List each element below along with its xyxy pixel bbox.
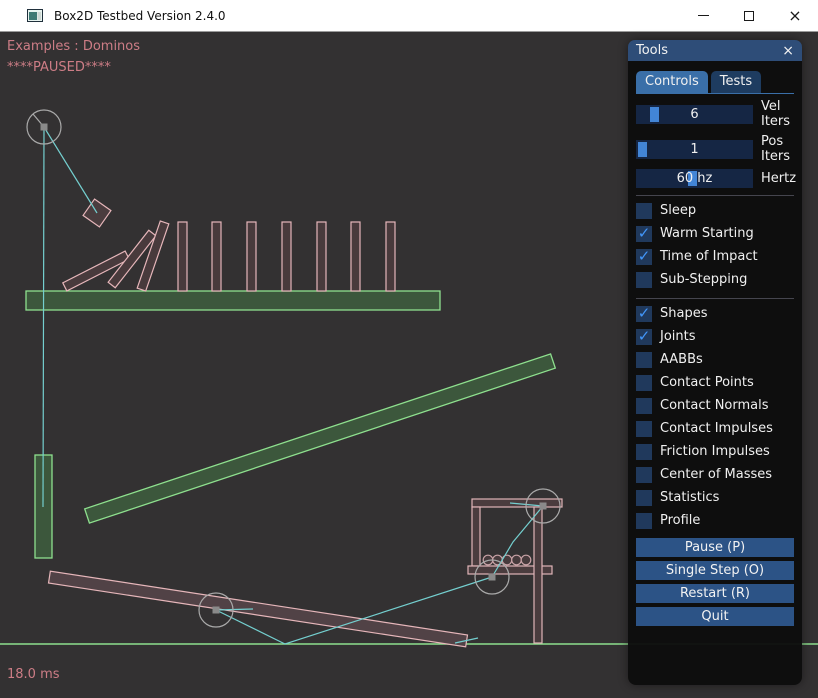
frame-time: 18.0 ms [7,667,60,682]
friction-impulses-checkbox[interactable]: ✓ [636,444,652,460]
statistics-checkbox[interactable]: ✓ [636,490,652,506]
app-window: { "window": { "title": "Box2D Testbed Ve… [0,0,818,698]
pause-button[interactable]: Pause (P) [636,538,794,557]
minimize-icon [698,15,709,16]
upright-dominos [178,222,395,291]
checkbox-statistics[interactable]: ✓ Statistics [636,486,794,509]
vel-iters-value: 6 [636,105,753,124]
checkbox-sleep[interactable]: ✓ Sleep [636,199,794,222]
checkbox-contact-normals[interactable]: ✓ Contact Normals [636,394,794,417]
check-icon: ✓ [638,226,651,241]
time-of-impact-checkbox[interactable]: ✓ [636,249,652,265]
checkbox-aabbs[interactable]: ✓ AABBs [636,348,794,371]
checkbox-warm-starting[interactable]: ✓ Warm Starting [636,222,794,245]
close-icon: × [788,8,801,24]
shapes-checkbox[interactable]: ✓ [636,306,652,322]
app-icon [27,9,43,22]
vel-iters-slider[interactable]: 6 [636,105,753,124]
tab-bar: Controls Tests [636,71,794,94]
falling-domino-3 [137,221,169,291]
vel-iters-label: Vel Iters [761,99,794,129]
checkbox-friction-impulses[interactable]: ✓ Friction Impulses [636,440,794,463]
maximize-icon [744,11,754,21]
tools-panel-close-icon[interactable]: × [782,44,794,58]
separator [636,195,794,196]
minimize-button[interactable] [680,0,726,32]
check-icon: ✓ [638,306,651,321]
tab-tests[interactable]: Tests [711,71,761,93]
maximize-button[interactable] [726,0,772,32]
frame-top-beam [472,499,562,507]
tab-controls[interactable]: Controls [636,71,708,93]
window-controls: × [680,0,818,32]
slider-row-pos-iters: 1 Pos Iters [636,134,794,164]
joint-anchor-squares [41,124,547,614]
center-of-masses-checkbox[interactable]: ✓ [636,467,652,483]
tools-panel-title: Tools [636,43,668,58]
checkbox-profile[interactable]: ✓ Profile [636,509,794,532]
hertz-label: Hertz [761,171,796,186]
tools-panel-titlebar[interactable]: Tools × [628,40,802,61]
warm-starting-checkbox[interactable]: ✓ [636,226,652,242]
frame-left-post [472,507,480,566]
checkbox-time-of-impact[interactable]: ✓ Time of Impact [636,245,794,268]
check-icon: ✓ [638,249,651,264]
close-button[interactable]: × [772,0,818,32]
check-icon: ✓ [638,329,651,344]
sub-stepping-checkbox[interactable]: ✓ [636,272,652,288]
checkbox-contact-impulses[interactable]: ✓ Contact Impulses [636,417,794,440]
physics-scene[interactable]: Examples : Dominos ****PAUSED**** 18.0 m… [0,32,818,698]
aabbs-checkbox[interactable]: ✓ [636,352,652,368]
checkbox-sub-stepping[interactable]: ✓ Sub-Stepping [636,268,794,291]
window-title: Box2D Testbed Version 2.4.0 [54,9,226,23]
frame-structure [468,499,562,643]
slider-row-hertz: 60 hz Hertz [636,169,794,188]
checkbox-joints[interactable]: ✓ Joints [636,325,794,348]
os-titlebar[interactable]: Box2D Testbed Version 2.4.0 × [0,0,818,32]
tools-panel: Tools × Controls Tests 6 Vel Iters 1 [628,40,802,685]
contact-normals-checkbox[interactable]: ✓ [636,398,652,414]
seesaw-plank [49,571,468,647]
hertz-value: 60 hz [636,169,753,188]
hertz-slider[interactable]: 60 hz [636,169,753,188]
green-ramp [85,354,556,523]
example-title: Examples : Dominos [7,39,140,54]
pos-iters-label: Pos Iters [761,134,794,164]
contact-points-checkbox[interactable]: ✓ [636,375,652,391]
checkbox-shapes[interactable]: ✓ Shapes [636,302,794,325]
domino-platform [26,291,440,310]
contact-impulses-checkbox[interactable]: ✓ [636,421,652,437]
quit-button[interactable]: Quit [636,607,794,626]
checkbox-contact-points[interactable]: ✓ Contact Points [636,371,794,394]
joints-checkbox[interactable]: ✓ [636,329,652,345]
pos-iters-slider[interactable]: 1 [636,140,753,159]
separator [636,298,794,299]
pos-iters-value: 1 [636,140,753,159]
profile-checkbox[interactable]: ✓ [636,513,652,529]
restart-button[interactable]: Restart (R) [636,584,794,603]
paused-status: ****PAUSED**** [7,60,111,75]
frame-right-post [534,507,542,643]
sleep-checkbox[interactable]: ✓ [636,203,652,219]
slider-row-vel-iters: 6 Vel Iters [636,99,794,129]
action-buttons: Pause (P) Single Step (O) Restart (R) Qu… [636,534,794,626]
tools-panel-body: Controls Tests 6 Vel Iters 1 Pos Iters [628,61,802,626]
checkbox-center-of-masses[interactable]: ✓ Center of Masses [636,463,794,486]
single-step-button[interactable]: Single Step (O) [636,561,794,580]
